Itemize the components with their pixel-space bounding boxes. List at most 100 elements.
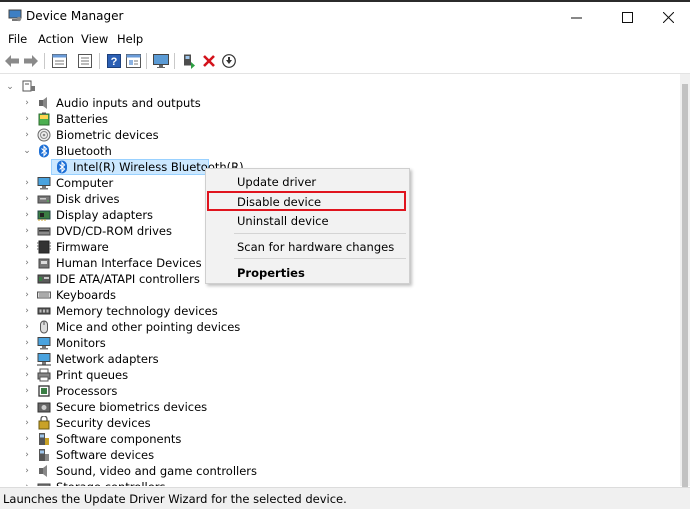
- show-hide-button[interactable]: [76, 52, 94, 70]
- processor-icon: [38, 385, 50, 397]
- tree-item[interactable]: › Audio inputs and outputs: [0, 95, 680, 111]
- tree-item-expander[interactable]: ⌄: [22, 143, 32, 159]
- menu-view[interactable]: View: [81, 32, 108, 46]
- forward-button[interactable]: [22, 52, 40, 70]
- tree-item-expander[interactable]: ›: [22, 303, 32, 319]
- tree-item-expander[interactable]: ›: [22, 287, 32, 303]
- vertical-scrollbar[interactable]: [680, 74, 690, 504]
- tree-item[interactable]: › Monitors: [0, 335, 680, 351]
- menu-help[interactable]: Help: [117, 32, 143, 46]
- menu-action[interactable]: Action: [38, 32, 74, 46]
- scrollbar-thumb[interactable]: [682, 84, 688, 504]
- battery-icon: [38, 112, 50, 126]
- computer-monitor-icon: [37, 177, 51, 190]
- tree-item-expander[interactable]: ›: [22, 175, 32, 191]
- status-text: Launches the Update Driver Wizard for th…: [3, 492, 347, 506]
- tree-item-label: Display adapters: [56, 208, 154, 222]
- tree-item-expander[interactable]: ›: [22, 223, 32, 239]
- scan-hardware-button[interactable]: [152, 52, 170, 70]
- monitor-icon: [37, 337, 51, 350]
- tree-item[interactable]: › Mice and other pointing devices: [0, 319, 680, 335]
- update-driver-button[interactable]: [180, 52, 198, 70]
- toolbar-separator: [146, 53, 147, 69]
- tree-item-expander[interactable]: ›: [22, 111, 32, 127]
- tree-item-expander[interactable]: ›: [22, 255, 32, 271]
- tree-item-label: Keyboards: [56, 288, 117, 302]
- tree-item-label: Secure biometrics devices: [56, 400, 208, 414]
- tree-item[interactable]: › Secure biometrics devices: [0, 399, 680, 415]
- tree-item-expander[interactable]: ›: [22, 399, 32, 415]
- toolbar-separator: [99, 53, 100, 69]
- help-button[interactable]: ?: [105, 52, 123, 70]
- tree-item-label: Firmware: [56, 240, 109, 254]
- tree-item[interactable]: › Memory technology devices: [0, 303, 680, 319]
- uninstall-button[interactable]: [200, 52, 218, 70]
- disable-button[interactable]: [220, 52, 238, 70]
- tree-item[interactable]: › Print queues: [0, 367, 680, 383]
- tree-item[interactable]: › Keyboards: [0, 287, 680, 303]
- tree-item[interactable]: › Processors: [0, 383, 680, 399]
- tree-item-label: Sound, video and game controllers: [56, 464, 258, 478]
- title-bar[interactable]: Device Manager: [0, 2, 690, 30]
- minimize-icon: [570, 17, 582, 18]
- tree-root-expander[interactable]: ⌄: [5, 79, 15, 95]
- tree-item[interactable]: ⌄ Bluetooth: [0, 143, 680, 159]
- tree-item[interactable]: › Batteries: [0, 111, 680, 127]
- tree-item-expander[interactable]: ›: [22, 479, 32, 486]
- tree-item-expander[interactable]: ›: [22, 415, 32, 431]
- tree-item-expander[interactable]: ›: [22, 95, 32, 111]
- ctx-uninstall-device[interactable]: Uninstall device: [207, 211, 408, 231]
- tree-item[interactable]: › Software devices: [0, 447, 680, 463]
- tree-item-expander[interactable]: ›: [22, 127, 32, 143]
- tree-item-expander[interactable]: ›: [22, 447, 32, 463]
- tree-item-expander[interactable]: ›: [22, 383, 32, 399]
- tree-root[interactable]: ⌄: [0, 79, 680, 95]
- ctx-separator: [234, 258, 406, 259]
- tree-item-expander[interactable]: ›: [22, 239, 32, 255]
- tree-item-expander[interactable]: ›: [22, 431, 32, 447]
- properties-icon: [51, 54, 67, 68]
- close-button[interactable]: [645, 4, 690, 30]
- tree-item-expander[interactable]: ›: [22, 207, 32, 223]
- ctx-scan-hardware[interactable]: Scan for hardware changes: [207, 237, 408, 257]
- update-driver-icon: [184, 54, 195, 69]
- tree-item-label: Mice and other pointing devices: [56, 320, 241, 334]
- context-menu: Update driver Disable device Uninstall d…: [205, 168, 410, 284]
- secure-biometric-icon: [37, 402, 51, 413]
- details-button[interactable]: [124, 52, 142, 70]
- tree-item-expander[interactable]: ›: [22, 463, 32, 479]
- tree-item-label: Biometric devices: [56, 128, 159, 142]
- tree-item[interactable]: › Sound, video and game controllers: [0, 463, 680, 479]
- status-bar: Launches the Update Driver Wizard for th…: [0, 487, 690, 509]
- display-adapter-icon: [37, 210, 51, 221]
- uninstall-x-icon: [203, 55, 215, 67]
- software-device-icon: [39, 449, 49, 461]
- maximize-button[interactable]: [604, 4, 650, 30]
- tree-item[interactable]: › Biometric devices: [0, 127, 680, 143]
- properties-button[interactable]: [50, 52, 68, 70]
- tree-item-expander[interactable]: ›: [22, 271, 32, 287]
- maximize-icon: [621, 11, 633, 23]
- tree-item-expander[interactable]: ›: [22, 319, 32, 335]
- back-arrow-icon: [5, 55, 19, 67]
- tree-item-label: Memory technology devices: [56, 304, 218, 318]
- ctx-update-driver[interactable]: Update driver: [207, 172, 408, 192]
- tree-item[interactable]: › Network adapters: [0, 351, 680, 367]
- tree-item[interactable]: › Security devices: [0, 415, 680, 431]
- ctx-properties[interactable]: Properties: [207, 263, 408, 283]
- bluetooth-icon: [39, 144, 49, 158]
- tree-item[interactable]: › Software components: [0, 431, 680, 447]
- tree-item-label: DVD/CD-ROM drives: [56, 224, 172, 238]
- tree-item-expander[interactable]: ›: [22, 191, 32, 207]
- tree-item-expander[interactable]: ›: [22, 367, 32, 383]
- back-button[interactable]: [3, 52, 21, 70]
- monitor-scan-icon: [153, 54, 169, 68]
- tree-item-label: Bluetooth: [56, 144, 112, 158]
- tree-item-expander[interactable]: ›: [22, 351, 32, 367]
- toolbar: ?: [0, 49, 690, 74]
- tree-item-expander[interactable]: ›: [22, 335, 32, 351]
- printer-icon: [37, 368, 51, 382]
- menu-file[interactable]: File: [8, 32, 27, 46]
- tree-item[interactable]: › Storage controllers: [0, 479, 680, 486]
- minimize-button[interactable]: [553, 4, 599, 30]
